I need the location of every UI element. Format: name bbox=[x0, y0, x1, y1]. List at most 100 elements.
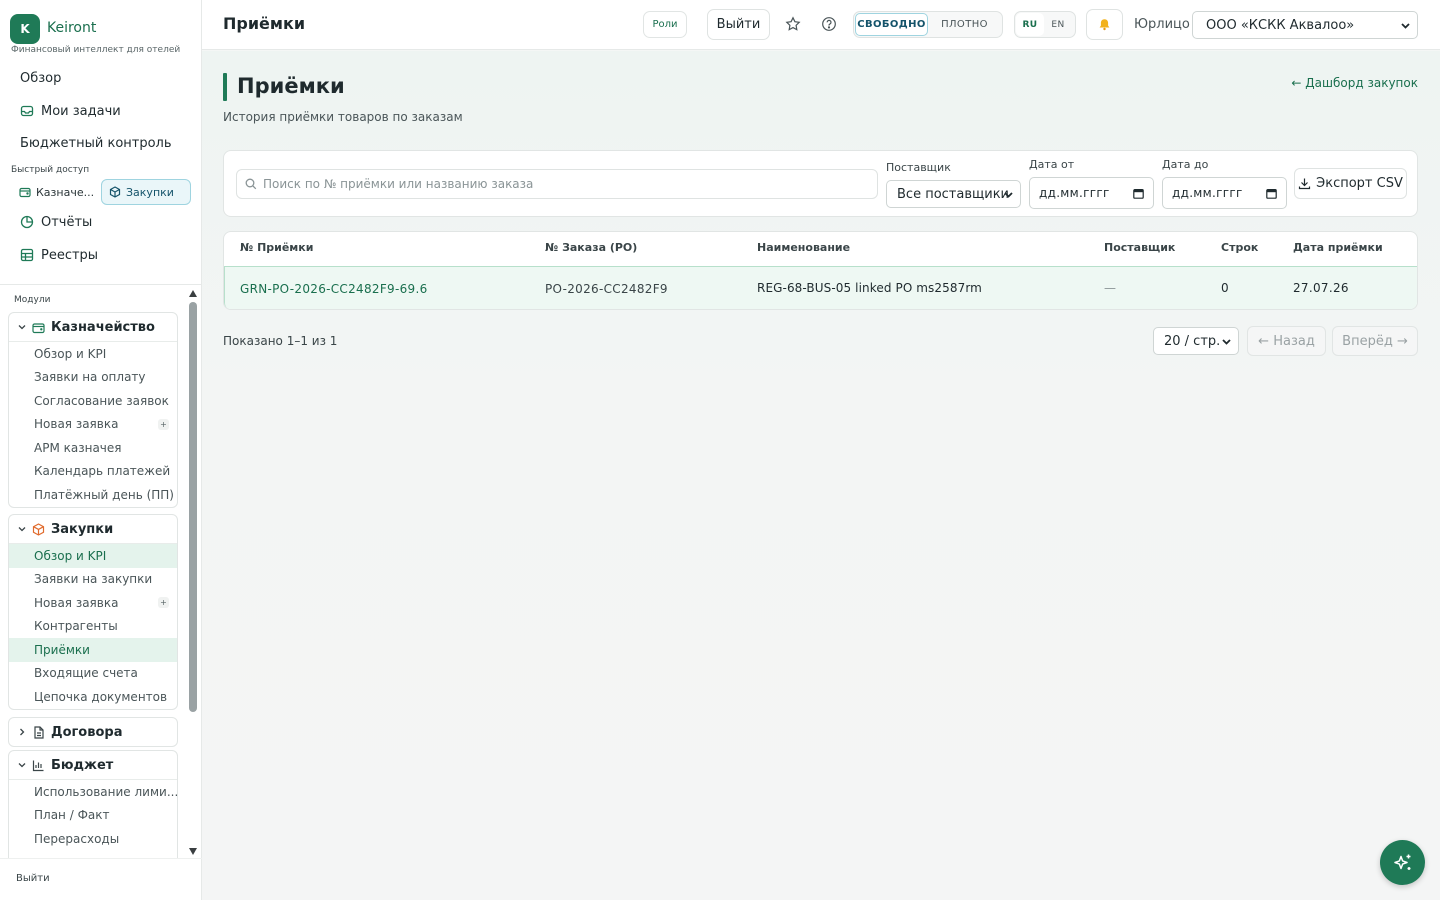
supplier-select[interactable]: Все поставщики bbox=[886, 180, 1021, 208]
roles-button[interactable]: Роли bbox=[643, 11, 687, 38]
search-icon bbox=[245, 178, 257, 190]
density-toggle: СВОБОДНО ПЛОТНО bbox=[853, 11, 1003, 38]
module-header-budget[interactable]: Бюджет bbox=[9, 751, 177, 779]
cell-lines: 0 bbox=[1221, 281, 1229, 295]
module-item-procurement-overview[interactable]: Обзор и KPI bbox=[9, 544, 177, 568]
brand-tagline: Финансовый интеллект для отелей bbox=[11, 45, 181, 55]
module-item-limit-usage[interactable]: Использование лими... bbox=[9, 780, 177, 804]
export-csv-button[interactable]: Экспорт CSV bbox=[1294, 168, 1407, 199]
scroll-down-arrow[interactable] bbox=[189, 848, 197, 855]
date-to-input[interactable]: дд.мм.гггг bbox=[1162, 177, 1287, 209]
brand[interactable]: K Keiront Финансовый интеллект для отеле… bbox=[10, 13, 200, 59]
module-item-treasurer-workplace[interactable]: АРМ казначея bbox=[9, 436, 177, 460]
pie-chart-icon bbox=[20, 215, 34, 229]
density-option-free[interactable]: СВОБОДНО bbox=[855, 13, 929, 36]
procurement-dashboard-link[interactable]: ← Дашборд закупок bbox=[1291, 76, 1418, 90]
calendar-icon[interactable] bbox=[1133, 188, 1144, 199]
module-item-new-payment-request[interactable]: Новая заявка + bbox=[9, 413, 177, 437]
scrollbar-thumb[interactable] bbox=[189, 302, 197, 712]
date-from-input[interactable]: дд.мм.гггг bbox=[1029, 177, 1154, 209]
module-group-treasury: Казначейство Обзор и KPI Заявки на оплат… bbox=[8, 312, 178, 508]
sidebar-footer: Выйти bbox=[0, 858, 202, 900]
module-item-new-purchase-request[interactable]: Новая заявка + bbox=[9, 591, 177, 615]
module-group-procurement: Закупки Обзор и KPI Заявки на закупки Но… bbox=[8, 514, 178, 710]
language-toggle: RU EN bbox=[1014, 11, 1076, 38]
notifications-button[interactable] bbox=[1086, 9, 1123, 40]
cell-supplier: — bbox=[1104, 281, 1117, 295]
module-item-counterparties[interactable]: Контрагенты bbox=[9, 615, 177, 639]
quick-label: Закупки bbox=[126, 185, 174, 199]
module-items: Обзор и KPI Заявки на оплату Согласовани… bbox=[9, 341, 177, 507]
date-to-label: Дата до bbox=[1162, 158, 1209, 171]
scroll-up-arrow[interactable] bbox=[189, 290, 197, 297]
chevron-down-icon bbox=[1400, 20, 1411, 31]
modules-list[interactable]: Казначейство Обзор и KPI Заявки на оплат… bbox=[0, 288, 202, 858]
module-items: Обзор и KPI Заявки на закупки Новая заяв… bbox=[9, 543, 177, 709]
title-accent-bar bbox=[223, 73, 227, 101]
chevron-down-icon bbox=[1221, 336, 1232, 347]
prev-page-button[interactable]: ← Назад bbox=[1247, 326, 1326, 356]
search-input[interactable]: Поиск по № приёмки или названию заказа bbox=[236, 169, 878, 199]
plus-icon[interactable]: + bbox=[158, 597, 169, 608]
plus-icon[interactable]: + bbox=[158, 418, 169, 430]
module-item-document-chain[interactable]: Цепочка документов bbox=[9, 685, 177, 709]
module-header-procurement[interactable]: Закупки bbox=[9, 515, 177, 543]
ai-assistant-button[interactable] bbox=[1380, 840, 1425, 885]
bar-chart-icon bbox=[32, 759, 45, 772]
sidebar-item-reports[interactable]: Отчёты bbox=[12, 208, 190, 236]
brand-name: Keiront bbox=[47, 20, 97, 36]
per-page-select[interactable]: 20 / стр. bbox=[1153, 327, 1239, 355]
star-icon[interactable] bbox=[784, 15, 802, 33]
module-item-request-approval[interactable]: Согласование заявок bbox=[9, 389, 177, 413]
cell-po-no: PO-2026-CC2482F9 bbox=[545, 282, 668, 296]
sidebar-item-budget-control[interactable]: Бюджетный контроль bbox=[12, 129, 190, 157]
entity-label: Юрлицо bbox=[1134, 17, 1190, 32]
module-item-receipts[interactable]: Приёмки bbox=[9, 638, 177, 662]
module-header-treasury[interactable]: Казначейство bbox=[9, 313, 177, 341]
calendar-icon[interactable] bbox=[1266, 188, 1277, 199]
sidebar-item-my-tasks[interactable]: Мои задачи bbox=[12, 97, 190, 125]
sidebar-item-registries[interactable]: Реестры bbox=[12, 241, 190, 269]
module-item-plan-fact[interactable]: План / Факт bbox=[9, 804, 177, 828]
module-item-payment-requests[interactable]: Заявки на оплату bbox=[9, 366, 177, 390]
module-item-overspending[interactable]: Перерасходы bbox=[9, 827, 177, 851]
search-placeholder: Поиск по № приёмки или названию заказа bbox=[263, 177, 534, 191]
download-icon bbox=[1298, 177, 1311, 190]
sidebar-item-label: Обзор bbox=[20, 70, 62, 86]
entity-select[interactable]: ООО «КСКК Аквалоо» bbox=[1192, 11, 1418, 39]
language-option-ru[interactable]: RU bbox=[1016, 13, 1044, 36]
export-label: Экспорт CSV bbox=[1316, 176, 1403, 191]
sidebar-logout-link[interactable]: Выйти bbox=[16, 873, 50, 884]
module-group-contracts: Договора bbox=[8, 717, 178, 747]
help-icon[interactable] bbox=[820, 15, 838, 33]
column-header-lines[interactable]: Строк bbox=[1221, 241, 1258, 254]
module-item-payment-day[interactable]: Платёжный день (ПП) bbox=[9, 483, 177, 507]
column-header-receipt-date[interactable]: Дата приёмки bbox=[1293, 241, 1383, 254]
module-header-contracts[interactable]: Договора bbox=[9, 718, 177, 746]
quick-access-caption: Быстрый доступ bbox=[11, 165, 90, 175]
page-title: Приёмки bbox=[237, 74, 345, 98]
box-icon bbox=[109, 186, 121, 198]
module-item-purchase-requests[interactable]: Заявки на закупки bbox=[9, 568, 177, 592]
sparkle-icon bbox=[1392, 852, 1414, 874]
sidebar-item-overview[interactable]: Обзор bbox=[12, 64, 190, 92]
module-item-payment-calendar[interactable]: Календарь платежей bbox=[9, 460, 177, 484]
column-header-po-no[interactable]: № Заказа (PO) bbox=[545, 241, 637, 254]
language-option-en[interactable]: EN bbox=[1044, 13, 1072, 36]
per-page-value: 20 / стр. bbox=[1164, 333, 1221, 349]
module-group-budget: Бюджет Использование лими... План / Факт… bbox=[8, 750, 178, 858]
cell-receipt-no[interactable]: GRN-PO-2026-CC2482F9-69.6 bbox=[240, 282, 428, 296]
logout-button[interactable]: Выйти bbox=[707, 9, 770, 40]
column-header-receipt-no[interactable]: № Приёмки bbox=[240, 241, 313, 254]
column-header-name[interactable]: Наименование bbox=[757, 241, 850, 254]
next-page-button[interactable]: Вперёд → bbox=[1332, 326, 1418, 356]
module-item-treasury-overview[interactable]: Обзор и KPI bbox=[9, 342, 177, 366]
chevron-down-icon bbox=[17, 760, 27, 770]
table-row[interactable]: GRN-PO-2026-CC2482F9-69.6 PO-2026-CC2482… bbox=[224, 266, 1417, 309]
divider bbox=[0, 284, 202, 285]
column-header-supplier[interactable]: Поставщик bbox=[1104, 241, 1175, 254]
quick-procurement-button[interactable]: Закупки bbox=[101, 179, 191, 205]
quick-treasury-button[interactable]: Казначе... bbox=[11, 179, 97, 205]
module-item-incoming-invoices[interactable]: Входящие счета bbox=[9, 662, 177, 686]
density-option-compact[interactable]: ПЛОТНО bbox=[928, 13, 1001, 36]
